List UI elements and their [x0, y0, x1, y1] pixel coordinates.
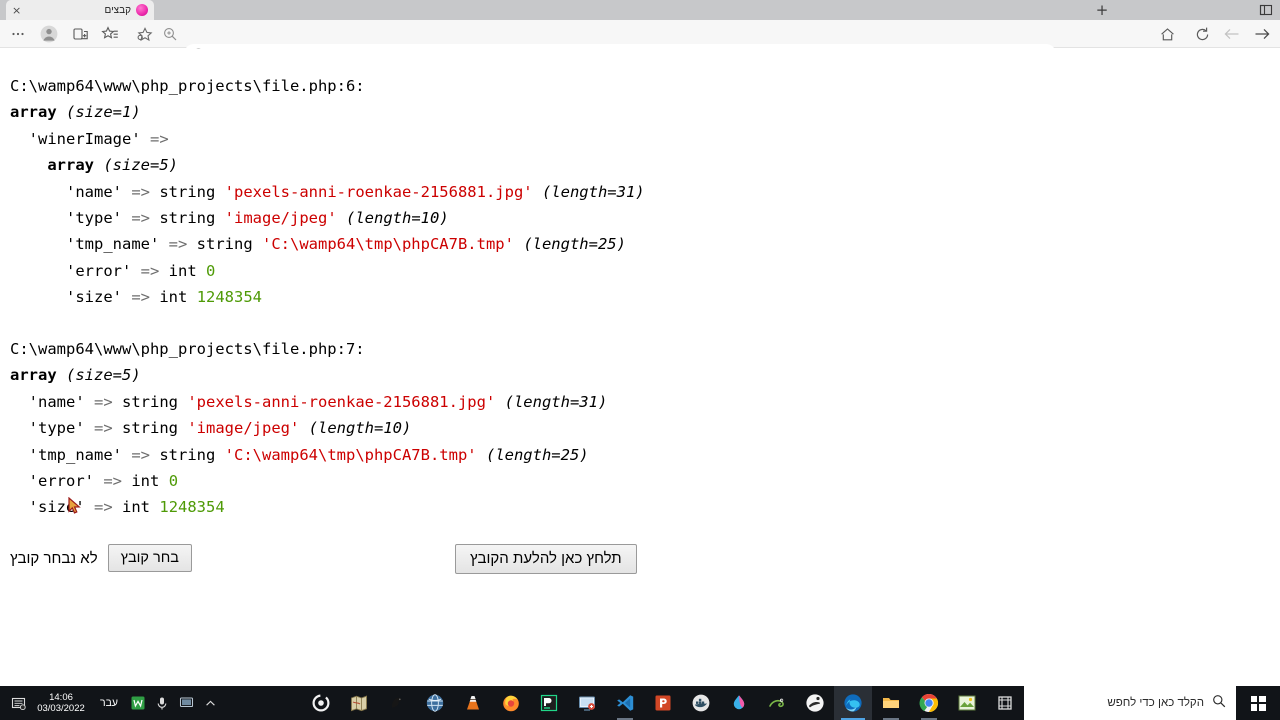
taskbar-app-paint-3d[interactable]: [796, 686, 834, 720]
settings-and-more-icon[interactable]: [8, 24, 28, 44]
taskbar-app-list: [302, 686, 1024, 720]
file-input-group: בחר קובץ לא נבחר קובץ: [10, 544, 192, 572]
upload-submit-button[interactable]: תלחץ כאן להלעת הקובץ: [455, 544, 637, 574]
home-icon[interactable]: [1157, 24, 1177, 44]
add-favorite-star-icon[interactable]: [134, 24, 154, 44]
display-settings-icon[interactable]: [174, 686, 198, 720]
taskbar-app-gecko[interactable]: [758, 686, 796, 720]
taskbar-app-chrome[interactable]: [910, 686, 948, 720]
tab-strip: × ❐ − קבצים × +: [0, 0, 1280, 20]
windows-taskbar: הקלד כאן כדי לחפש 14:06 03/03/2022 עבר: [0, 686, 1280, 720]
taskbar-app-photo-viewer[interactable]: [948, 686, 986, 720]
favorites-list-icon[interactable]: [100, 24, 120, 44]
forward-icon[interactable]: [1252, 24, 1272, 44]
show-hidden-icons-chevron-icon[interactable]: [198, 686, 222, 720]
wamp-server-icon[interactable]: [126, 686, 150, 720]
profile-avatar-icon[interactable]: [39, 24, 59, 44]
taskbar-app-video-editor[interactable]: [986, 686, 1024, 720]
page-content: C:\wamp64\www\php_projects\file.php:6: a…: [0, 49, 1280, 686]
taskbar-app-firefox[interactable]: [492, 686, 530, 720]
taskbar-app-dark-silhouette[interactable]: [378, 686, 416, 720]
clock-date: 03/03/2022: [37, 703, 85, 714]
tab-title: קבצים: [104, 4, 131, 16]
taskbar-app-vlc[interactable]: [454, 686, 492, 720]
taskbar-app-pycharm[interactable]: [530, 686, 568, 720]
browser-toolbar: localhost/php_projects/file.php: [0, 20, 1280, 64]
back-icon[interactable]: [1222, 24, 1242, 44]
taskbar-app-edge[interactable]: [834, 686, 872, 720]
submit-group: תלחץ כאן להלעת הקובץ: [455, 544, 637, 574]
search-placeholder-text: הקלד כאן כדי לחפש: [1107, 697, 1204, 709]
no-file-chosen-label: לא נבחר קובץ: [10, 549, 98, 567]
new-tab-button[interactable]: +: [1090, 1, 1114, 19]
taskbar-app-file-explorer[interactable]: [872, 686, 910, 720]
var-dump-block-2: C:\wamp64\www\php_projects\file.php:7: a…: [10, 340, 608, 517]
upload-form: בחר קובץ לא נבחר קובץ תלחץ כאן להלעת הקו…: [0, 544, 1280, 584]
clock-time: 14:06: [49, 692, 73, 703]
taskbar-clock[interactable]: 14:06 03/03/2022: [30, 686, 92, 720]
taskbar-app-vscode[interactable]: [606, 686, 644, 720]
search-icon: [1212, 694, 1226, 713]
taskbar-app-cortana[interactable]: [302, 686, 340, 720]
collections-icon[interactable]: [70, 24, 90, 44]
taskbar-search-box[interactable]: הקלד כאן כדי לחפש: [1024, 686, 1236, 720]
zoom-magnifier-icon[interactable]: [160, 24, 180, 44]
tab-actions-menu-icon[interactable]: [1258, 2, 1274, 18]
keyboard-language-indicator[interactable]: עבר: [92, 686, 126, 720]
system-tray: 14:06 03/03/2022 עבר: [0, 686, 222, 720]
taskbar-app-ink-drop[interactable]: [720, 686, 758, 720]
browser-window: × ❐ − קבצים × +: [0, 0, 1280, 720]
taskbar-app-browser-globe[interactable]: [416, 686, 454, 720]
choose-file-button[interactable]: בחר קובץ: [107, 544, 192, 572]
browser-tab[interactable]: קבצים ×: [6, 0, 154, 20]
taskbar-app-powerpoint[interactable]: [644, 686, 682, 720]
taskbar-app-remote-desktop[interactable]: [568, 686, 606, 720]
windows-logo-icon: [1250, 695, 1266, 711]
tab-favicon-icon: [136, 4, 148, 16]
microphone-icon[interactable]: [150, 686, 174, 720]
taskbar-app-docker[interactable]: [682, 686, 720, 720]
action-center-icon[interactable]: [6, 686, 30, 720]
start-button[interactable]: [1236, 686, 1280, 720]
refresh-icon[interactable]: [1192, 24, 1212, 44]
tab-close-icon[interactable]: ×: [12, 5, 21, 16]
var-dump-block-1: C:\wamp64\www\php_projects\file.php:6: a…: [10, 77, 645, 307]
taskbar-app-maps[interactable]: [340, 686, 378, 720]
